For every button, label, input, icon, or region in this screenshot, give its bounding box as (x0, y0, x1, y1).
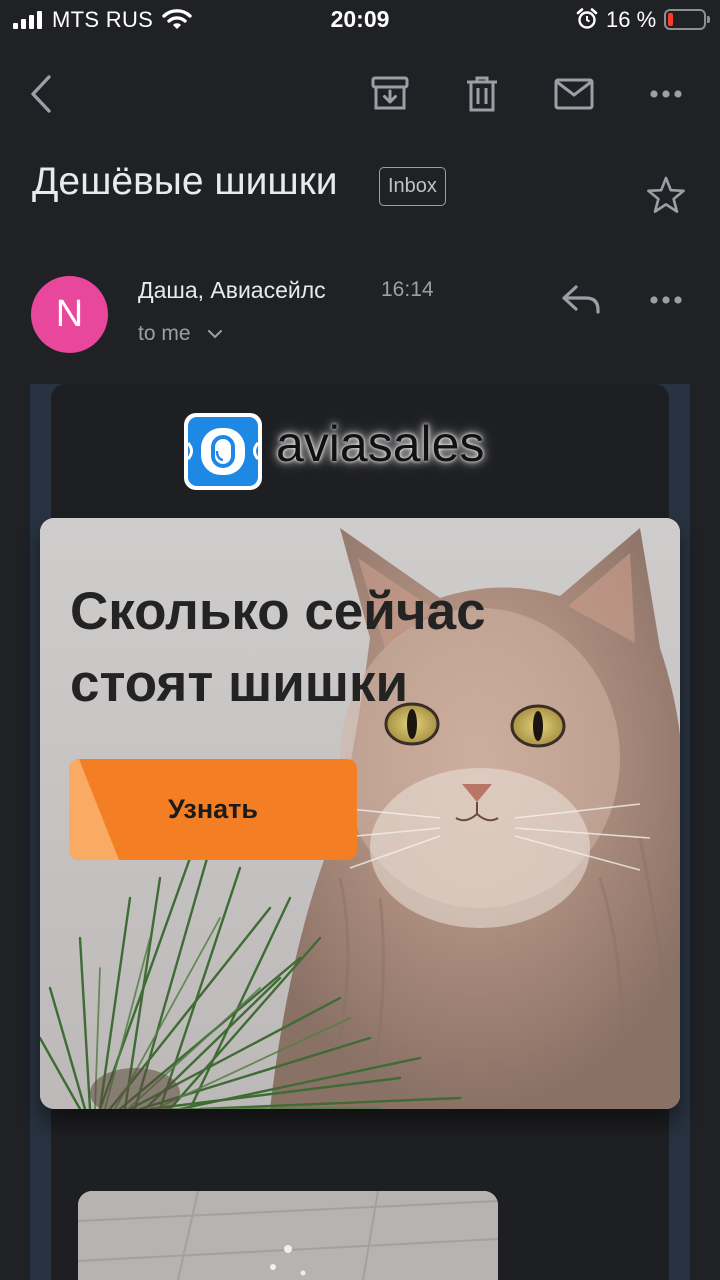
learn-more-label: Узнать (167, 794, 259, 824)
battery-level (668, 13, 673, 26)
toolbar (0, 56, 720, 132)
floor-photo (78, 1191, 498, 1280)
message-more-icon[interactable] (644, 280, 688, 320)
reply-icon[interactable] (558, 278, 606, 320)
promo-headline: Сколько сейчас стоят шишки (70, 582, 486, 713)
back-button[interactable] (18, 70, 66, 118)
back-icon (31, 75, 51, 113)
avatar[interactable]: N (31, 276, 108, 353)
inbox-label[interactable]: Inbox (379, 167, 446, 206)
email-subject: Дешёвые шишки (32, 160, 338, 203)
recipient-toggle[interactable]: to me (138, 322, 191, 346)
sender-name: Даша, Авиасейлс (138, 277, 326, 303)
star-icon[interactable] (644, 174, 688, 218)
second-promo-image[interactable] (78, 1191, 498, 1280)
more-button[interactable] (642, 70, 690, 118)
mail-icon (554, 78, 594, 110)
delete-button[interactable] (458, 70, 506, 118)
trash-icon (467, 76, 497, 112)
battery-icon (664, 9, 710, 30)
aviasales-logo-icon[interactable] (184, 413, 262, 490)
more-icon (650, 90, 682, 98)
archive-icon (371, 76, 409, 110)
alarm-icon (576, 8, 598, 29)
chevron-down-icon[interactable] (206, 326, 224, 342)
promo-banner[interactable]: Сколько сейчас стоят шишки Узнать (40, 518, 680, 1109)
mark-unread-button[interactable] (550, 70, 598, 118)
brand-name: aviasales (276, 416, 485, 472)
status-bar: MTS RUS 20:09 16 % (0, 0, 720, 40)
battery-percent: 16 % (606, 7, 657, 32)
archive-button[interactable] (366, 70, 414, 118)
sent-time: 16:14 (381, 278, 434, 301)
learn-more-button[interactable]: Узнать (69, 759, 357, 860)
